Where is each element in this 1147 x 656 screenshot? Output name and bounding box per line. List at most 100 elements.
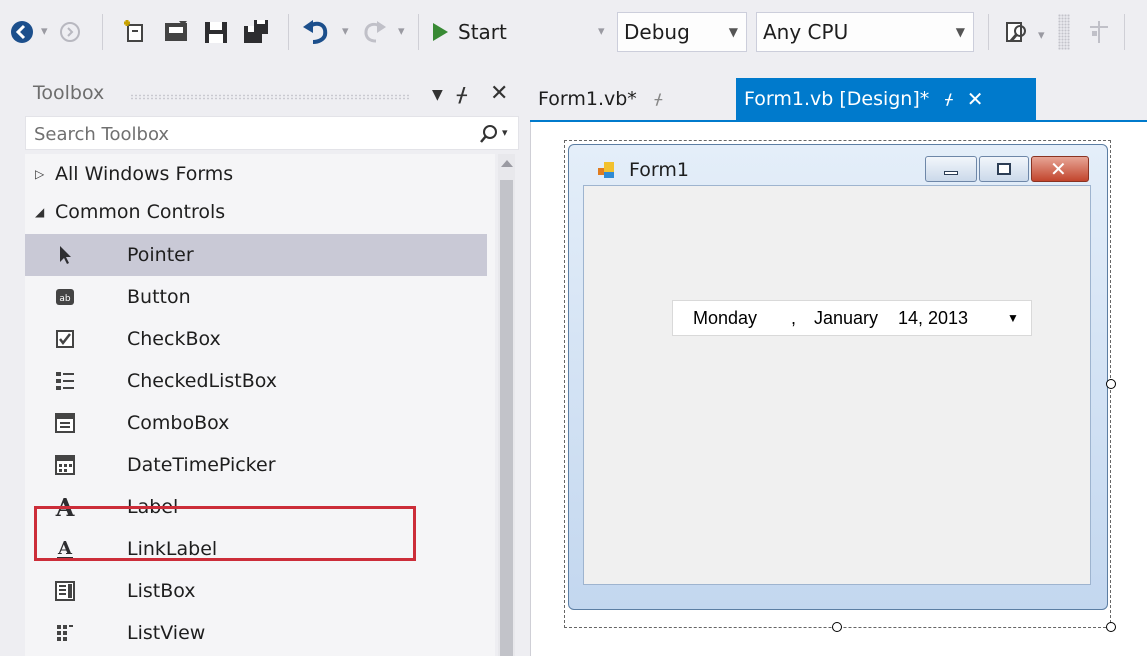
toolbox-item-checkedlistbox[interactable]: CheckedListBox	[25, 360, 487, 402]
toolbar-separator	[988, 14, 989, 50]
maximize-icon	[997, 163, 1011, 175]
close-icon: ✕	[1050, 157, 1067, 181]
solution-platform-combo[interactable]: Any CPU ▼	[756, 12, 974, 52]
toolbox-item-checkbox[interactable]: CheckBox	[25, 318, 487, 360]
toolbox-item-label: ListView	[127, 622, 206, 644]
pin-icon[interactable]: ᚋ	[655, 90, 662, 108]
toolbox-item-pointer[interactable]: Pointer	[25, 234, 487, 276]
toolbar-separator	[1124, 14, 1125, 50]
listview-icon	[53, 621, 77, 645]
new-project-icon[interactable]	[120, 16, 152, 48]
start-button[interactable]: Start	[430, 14, 507, 50]
svg-text:ab: ab	[59, 294, 71, 304]
toolbox-item-label: ListBox	[127, 580, 196, 602]
toolbox-item-label: DateTimePicker	[127, 454, 276, 476]
date-time-picker[interactable]: Monday , January 14, 2013 ▼	[672, 300, 1032, 336]
minimize-icon	[944, 171, 958, 175]
toolbox-item-listview[interactable]: ListView	[25, 612, 487, 654]
toolbar-separator	[288, 14, 289, 50]
form-title: Form1	[629, 159, 689, 181]
solution-configuration-combo[interactable]: Debug ▼	[617, 12, 747, 52]
find-in-files-icon[interactable]	[1000, 16, 1032, 48]
close-icon[interactable]: ✕	[967, 87, 984, 111]
form-icon	[598, 162, 614, 178]
toolbar-overflow-icon[interactable]: ▾	[1038, 28, 1045, 43]
chevron-down-icon: ▼	[728, 25, 738, 39]
listbox-icon	[53, 579, 77, 603]
date-day-year: 14, 2013	[898, 308, 969, 328]
search-options-dropdown-icon[interactable]: ▾	[502, 126, 508, 139]
category-label: All Windows Forms	[55, 163, 234, 185]
maximize-button[interactable]	[979, 156, 1029, 182]
toolbox-item-button[interactable]: ab Button	[25, 276, 487, 318]
toolbox-item-combobox[interactable]: ComboBox	[25, 402, 487, 444]
expand-arrow-icon[interactable]: ▷	[35, 167, 44, 181]
category-all-windows-forms[interactable]: ▷ All Windows Forms	[25, 154, 487, 194]
button-icon: ab	[53, 285, 77, 309]
undo-icon[interactable]	[300, 16, 334, 48]
search-input[interactable]	[34, 121, 454, 147]
scroll-up-icon[interactable]	[501, 160, 513, 167]
tab-label: Form1.vb [Design]*	[744, 88, 930, 110]
toolbox-item-label: LinkLabel	[127, 538, 218, 560]
date-separator: ,	[791, 308, 797, 328]
toolbox-item-datetimepicker[interactable]: DateTimePicker	[25, 444, 487, 486]
navigate-back-icon[interactable]	[8, 18, 36, 46]
toolbox-item-linklabel[interactable]: A LinkLabel	[25, 528, 487, 570]
document-tabs: Form1.vb* ᚋ Form1.vb [Design]* ᚋ ✕	[530, 78, 1147, 123]
undo-dropdown-icon[interactable]: ▾	[342, 24, 349, 39]
save-all-icon[interactable]	[240, 16, 272, 48]
open-file-icon[interactable]	[160, 16, 192, 48]
svg-text:A: A	[57, 538, 73, 559]
chevron-down-icon[interactable]: ▼	[1007, 311, 1019, 325]
toolbox-item-listbox[interactable]: ListBox	[25, 570, 487, 612]
svg-text:A: A	[55, 495, 75, 519]
platform-value: Any CPU	[763, 20, 849, 44]
tab-form1-design[interactable]: Form1.vb [Design]* ᚋ ✕	[736, 78, 1036, 120]
toolbox-item-label: Button	[127, 286, 191, 308]
minimize-button[interactable]	[925, 156, 977, 182]
redo-icon[interactable]	[358, 16, 390, 48]
toolbox-item-label: Label	[127, 496, 179, 518]
configuration-value: Debug	[624, 20, 690, 44]
toolbox-item-label: CheckedListBox	[127, 370, 278, 392]
start-dropdown-icon[interactable]: ▾	[598, 24, 605, 39]
toolbox-panel: Toolbox ▼ ᚋ ✕ ▾ ▷ All Windows Forms ◢ Co…	[0, 70, 528, 656]
form1-window[interactable]: Form1 ✕ Monday , January 14, 2013 ▼	[568, 144, 1108, 610]
toolbar-grip	[1058, 14, 1070, 50]
navigate-forward-icon[interactable]	[58, 20, 82, 44]
scrollbar-thumb[interactable]	[500, 180, 513, 656]
toolbox-scrollbar[interactable]	[498, 154, 515, 656]
tab-form1-code[interactable]: Form1.vb* ᚋ	[538, 78, 728, 120]
form-designer-surface[interactable]: Form1 ✕ Monday , January 14, 2013 ▼	[530, 122, 1147, 656]
main-toolbar: ▾ ▾ ▾ Start ▾ Debug ▼ Any CPU ▼ ▾	[0, 0, 1147, 64]
label-icon: A	[53, 495, 77, 519]
date-day: Monday	[693, 308, 758, 328]
save-icon[interactable]	[200, 16, 232, 48]
combobox-icon	[53, 411, 77, 435]
start-label: Start	[458, 20, 507, 44]
chevron-down-icon: ▼	[955, 25, 965, 39]
toolbox-item-label: Pointer	[127, 244, 194, 266]
collapse-arrow-icon[interactable]: ◢	[35, 205, 44, 219]
category-label: Common Controls	[55, 201, 226, 223]
breakpoint-icon[interactable]	[1085, 18, 1113, 46]
redo-dropdown-icon[interactable]: ▾	[398, 24, 405, 39]
back-dropdown-icon[interactable]: ▾	[41, 24, 48, 39]
pin-icon[interactable]: ᚋ	[457, 82, 467, 106]
search-icon[interactable]	[478, 123, 500, 145]
toolbox-options-dropdown-icon[interactable]: ▼	[432, 87, 443, 103]
category-common-controls[interactable]: ◢ Common Controls	[25, 192, 487, 232]
toolbox-drag-grip[interactable]	[130, 94, 410, 100]
pin-icon[interactable]: ᚋ	[945, 90, 952, 108]
resize-handle-right[interactable]	[1106, 379, 1116, 389]
form-client-area[interactable]: Monday , January 14, 2013 ▼	[583, 185, 1091, 585]
toolbox-item-label-control[interactable]: A Label	[25, 486, 487, 528]
tab-label: Form1.vb*	[538, 88, 637, 110]
toolbox-tree: ▷ All Windows Forms ◢ Common Controls Po…	[25, 154, 495, 656]
resize-handle-bottom[interactable]	[832, 622, 842, 632]
checkbox-icon	[53, 327, 77, 351]
resize-handle-bottom-right[interactable]	[1106, 622, 1116, 632]
close-button[interactable]: ✕	[1031, 156, 1089, 182]
close-icon[interactable]: ✕	[490, 81, 508, 106]
